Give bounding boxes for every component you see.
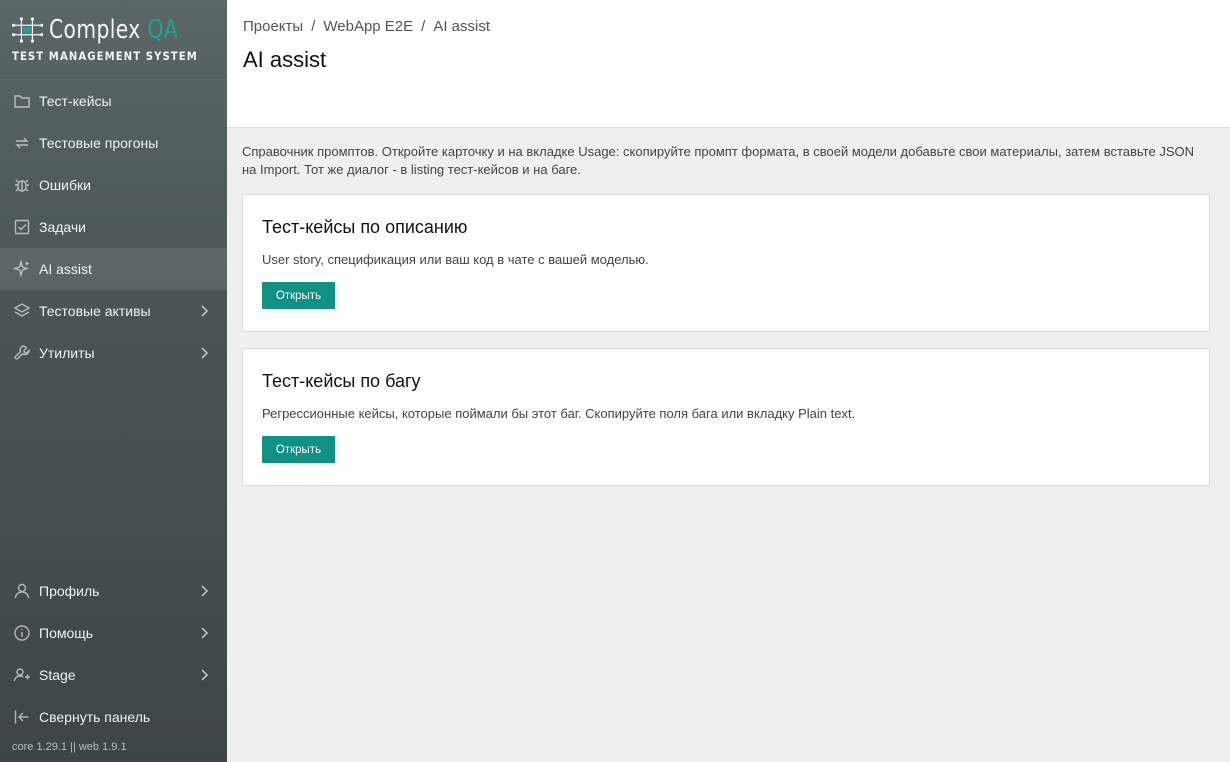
sidebar-item-utilities[interactable]: Утилиты: [0, 332, 227, 374]
sidebar-item-label: Тестовые активы: [39, 303, 151, 319]
user-icon: [12, 581, 32, 601]
sidebar-item-test-runs[interactable]: Тестовые прогоны: [0, 122, 227, 164]
card-description: User story, спецификация или ваш код в ч…: [262, 252, 649, 267]
breadcrumb-item-projects[interactable]: Проекты: [243, 18, 303, 35]
bug-icon: [12, 175, 32, 195]
sidebar-item-label: Профиль: [39, 583, 100, 599]
sparkle-icon: [12, 259, 32, 279]
sidebar-item-label: Помощь: [39, 625, 94, 641]
sidebar-item-label: Задачи: [39, 219, 87, 235]
checkbox-icon: [12, 217, 32, 237]
sidebar-item-label: AI assist: [39, 261, 92, 277]
bottom-nav: Профиль Помощь Stage Свернуть панель: [0, 570, 227, 738]
breadcrumb-separator: /: [311, 18, 316, 35]
chevron-right-icon: [201, 347, 209, 359]
sidebar-item-bugs[interactable]: Ошибки: [0, 164, 227, 206]
info-icon: [12, 623, 32, 643]
sidebar-item-label: Ошибки: [39, 177, 91, 193]
chevron-right-icon: [201, 627, 209, 639]
sidebar-item-stage[interactable]: Stage: [0, 654, 227, 696]
collapse-icon: [12, 707, 32, 727]
card-testcases-by-bug: Тест-кейсы по багу Регрессионные кейсы, …: [242, 348, 1210, 486]
sidebar-item-label: Утилиты: [39, 345, 95, 361]
open-button[interactable]: Открыть: [262, 436, 335, 463]
sidebar-item-label: Свернуть панель: [39, 709, 151, 725]
card-testcases-by-description: Тест-кейсы по описанию User story, специ…: [242, 194, 1210, 332]
logo-subtitle: TEST MANAGEMENT SYSTEM: [12, 49, 198, 63]
main-content: Справочник промптов. Откройте карточку и…: [242, 128, 1210, 486]
sidebar-item-collapse[interactable]: Свернуть панель: [0, 696, 227, 738]
sidebar-item-profile[interactable]: Профиль: [0, 570, 227, 612]
logo-name-accent: QA: [147, 15, 179, 45]
card-title: Тест-кейсы по багу: [262, 371, 421, 391]
page-header: Проекты / WebApp E2E / AI assist AI assist: [227, 0, 1230, 128]
sidebar: Complex QA TEST MANAGEMENT SYSTEM Тест-к…: [0, 0, 227, 762]
logo[interactable]: Complex QA TEST MANAGEMENT SYSTEM: [0, 0, 227, 80]
chevron-right-icon: [201, 585, 209, 597]
main-nav: Тест-кейсы Тестовые прогоны Ошибки Задач…: [0, 80, 227, 374]
folder-icon: [12, 91, 32, 111]
sidebar-item-label: Тестовые прогоны: [39, 135, 159, 151]
page-title: AI assist: [243, 47, 327, 72]
chevron-right-icon: [201, 669, 209, 681]
breadcrumb-separator: /: [421, 18, 426, 35]
breadcrumb-item-project[interactable]: WebApp E2E: [323, 18, 413, 35]
sidebar-item-test-assets[interactable]: Тестовые активы: [0, 290, 227, 332]
sidebar-item-label: Тест-кейсы: [39, 93, 112, 109]
wrench-icon: [12, 343, 32, 363]
version-label: core 1.29.1 || web 1.9.1: [12, 741, 127, 753]
breadcrumb: Проекты / WebApp E2E / AI assist: [243, 18, 490, 35]
card-title: Тест-кейсы по описанию: [262, 217, 468, 237]
logo-name: Complex QA: [49, 15, 179, 45]
card-description: Регрессионные кейсы, которые поймали бы …: [262, 406, 856, 421]
user-switch-icon: [12, 665, 32, 685]
sidebar-item-label: Stage: [39, 667, 76, 683]
layers-icon: [12, 301, 32, 321]
intro-text: Справочник промптов. Откройте карточку и…: [242, 144, 1194, 177]
chevron-right-icon: [201, 305, 209, 317]
sidebar-item-test-cases[interactable]: Тест-кейсы: [0, 80, 227, 122]
sidebar-item-tasks[interactable]: Задачи: [0, 206, 227, 248]
logo-circuit-icon: [12, 17, 44, 43]
breadcrumb-item-current: AI assist: [433, 18, 491, 35]
sidebar-item-ai-assist[interactable]: AI assist: [0, 248, 227, 290]
open-button[interactable]: Открыть: [262, 282, 335, 309]
repeat-icon: [12, 133, 32, 153]
sidebar-item-help[interactable]: Помощь: [0, 612, 227, 654]
